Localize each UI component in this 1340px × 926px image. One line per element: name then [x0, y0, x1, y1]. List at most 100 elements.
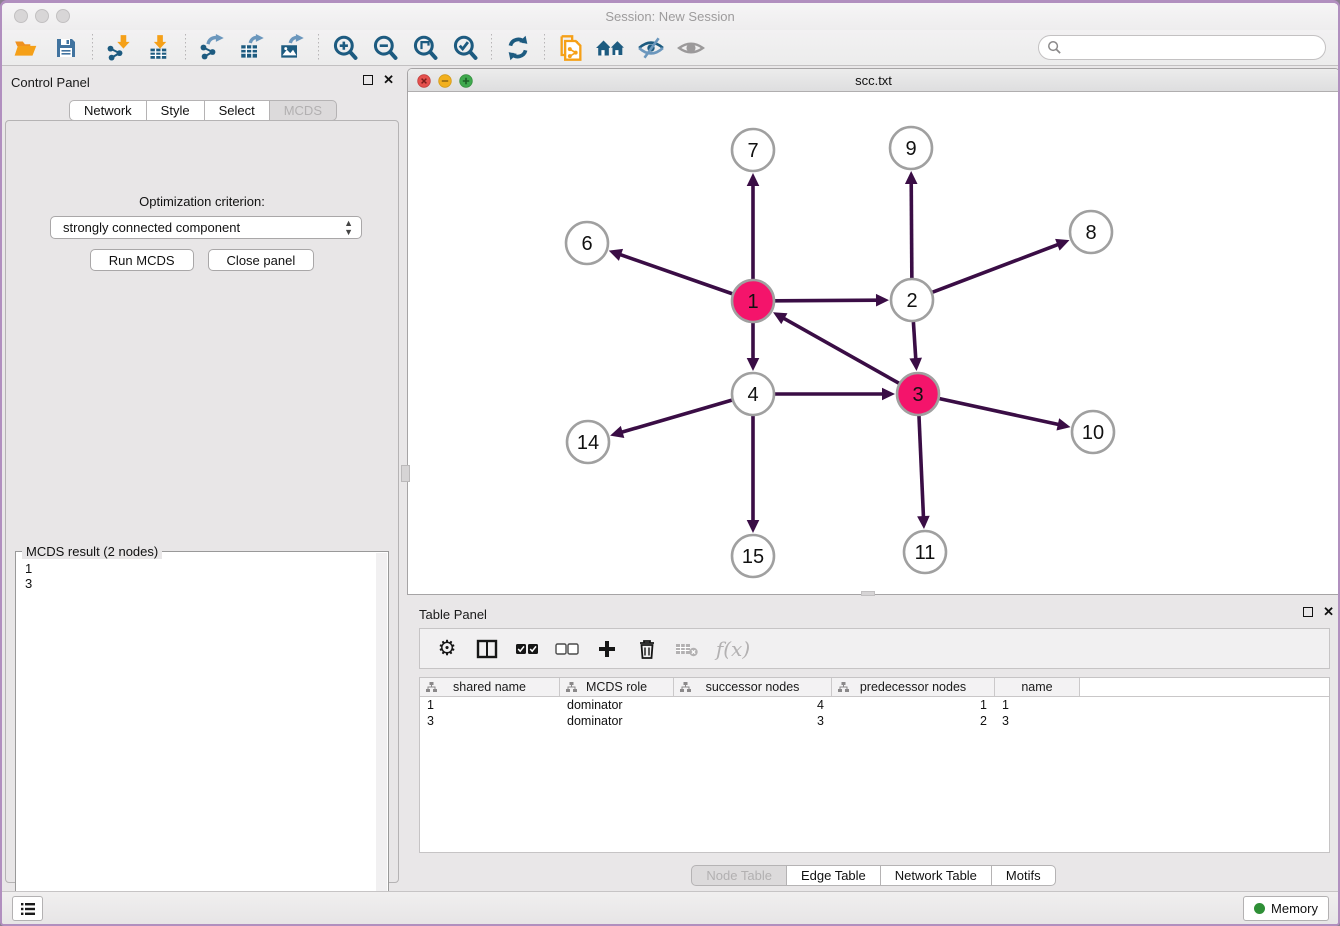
tab-network[interactable]: Network	[69, 100, 147, 121]
import-network-icon	[106, 34, 133, 61]
create-column-button[interactable]	[594, 636, 620, 662]
edge-1-2[interactable]	[775, 300, 878, 301]
delete-column-button[interactable]	[634, 636, 660, 662]
node-label-11: 11	[915, 542, 936, 564]
tab-select[interactable]: Select	[205, 100, 270, 121]
tab-mcds[interactable]: MCDS	[270, 100, 337, 121]
table-row[interactable]: 1dominator411	[420, 697, 1329, 713]
column-label: successor nodes	[706, 680, 800, 694]
mcds-result-text[interactable]: 1 3	[16, 556, 388, 926]
node-label-10: 10	[1082, 422, 1104, 444]
table-cell[interactable]: 3	[674, 713, 832, 729]
export-network-button[interactable]	[192, 32, 232, 64]
table-cell[interactable]: 3	[420, 713, 560, 729]
network-graph-canvas[interactable]: 1234678910111415	[408, 92, 1340, 595]
table-settings-button[interactable]: ⚙	[434, 636, 460, 662]
table-cell[interactable]: 1	[420, 697, 560, 713]
zoom-selected-button[interactable]	[445, 32, 485, 64]
edge-4-14[interactable]	[621, 400, 732, 432]
edge-3-11[interactable]	[919, 416, 924, 518]
tab-edge-table[interactable]: Edge Table	[787, 865, 881, 886]
clone-network-button[interactable]	[551, 32, 591, 64]
hide-selected-button[interactable]	[631, 32, 671, 64]
result-scrollbar[interactable]	[376, 553, 387, 926]
column-header-name[interactable]: name	[995, 678, 1080, 696]
eye-slash-icon	[636, 35, 666, 61]
edge-arrowhead	[747, 358, 760, 371]
unselect-all-columns-button[interactable]	[554, 636, 580, 662]
table-header-row: shared name MCDS role successor nodes prede…	[420, 678, 1329, 697]
export-image-button[interactable]	[272, 32, 312, 64]
table-cell[interactable]: 2	[832, 713, 995, 729]
table-cell[interactable]: 3	[995, 713, 1080, 729]
edge-1-6[interactable]	[619, 254, 732, 294]
memory-button[interactable]: Memory	[1243, 896, 1329, 921]
float-panel-icon[interactable]	[363, 75, 373, 85]
table-row[interactable]: 3dominator323	[420, 713, 1329, 729]
zoom-fit-button[interactable]	[405, 32, 445, 64]
application-window: Session: New Session	[0, 0, 1340, 926]
edge-3-10[interactable]	[939, 399, 1059, 425]
table-panel: Table Panel ✕ ⚙	[407, 598, 1340, 891]
close-table-panel-icon[interactable]: ✕	[1323, 607, 1334, 617]
import-table-button[interactable]	[139, 32, 179, 64]
dropdown-value: strongly connected component	[63, 220, 240, 235]
optimization-criterion-dropdown[interactable]: strongly connected component ▲▼	[50, 216, 362, 239]
edge-2-8[interactable]	[933, 244, 1060, 292]
column-header-MCDS-role[interactable]: MCDS role	[560, 678, 674, 696]
table-cell[interactable]: dominator	[560, 713, 674, 729]
task-history-button[interactable]	[12, 896, 43, 921]
control-panel-title: Control Panel	[11, 75, 90, 90]
column-tree-icon	[426, 682, 437, 693]
table-cell[interactable]: 1	[995, 697, 1080, 713]
zoom-in-icon	[331, 34, 359, 62]
table-panel-tabs: Node TableEdge TableNetwork TableMotifs	[407, 865, 1340, 886]
save-session-button[interactable]	[46, 32, 86, 64]
control-panel-header: Control Panel ✕	[2, 66, 404, 98]
search-input[interactable]	[1038, 35, 1326, 60]
edge-arrowhead	[747, 520, 760, 533]
edge-2-3[interactable]	[913, 322, 915, 360]
control-panel-tabs: NetworkStyleSelectMCDS	[2, 100, 404, 121]
select-all-columns-button[interactable]	[514, 636, 540, 662]
edge-2-9[interactable]	[911, 182, 912, 278]
main-titlebar: Session: New Session	[2, 3, 1338, 30]
apply-layout-button[interactable]	[498, 32, 538, 64]
export-table-icon	[239, 34, 266, 61]
table-cell[interactable]: 1	[832, 697, 995, 713]
close-panel-button[interactable]: Close panel	[208, 249, 315, 271]
open-file-button[interactable]	[6, 32, 46, 64]
column-tree-icon	[680, 682, 691, 693]
view-splitter-handle[interactable]	[861, 591, 875, 596]
float-table-panel-icon[interactable]	[1303, 607, 1313, 617]
table-cell[interactable]: 4	[674, 697, 832, 713]
export-table-button[interactable]	[232, 32, 272, 64]
column-label: predecessor nodes	[860, 680, 966, 694]
column-header-shared-name[interactable]: shared name	[420, 678, 560, 696]
close-panel-icon[interactable]: ✕	[383, 75, 394, 85]
tab-network-table[interactable]: Network Table	[881, 865, 992, 886]
network-window-titlebar[interactable]: scc.txt	[408, 69, 1339, 92]
edge-3-1[interactable]	[783, 318, 899, 384]
import-network-button[interactable]	[99, 32, 139, 64]
column-label: MCDS role	[586, 680, 647, 694]
clone-network-icon	[557, 34, 585, 62]
panel-splitter-handle[interactable]	[401, 465, 410, 482]
node-label-6: 6	[581, 233, 592, 255]
first-neighbors-button[interactable]	[591, 32, 631, 64]
import-table-icon	[146, 34, 173, 61]
tab-motifs[interactable]: Motifs	[992, 865, 1056, 886]
show-all-button[interactable]	[671, 32, 711, 64]
column-label: shared name	[453, 680, 526, 694]
toolbar-separator	[92, 34, 93, 62]
run-mcds-button[interactable]: Run MCDS	[90, 249, 194, 271]
column-header-predecessor-nodes[interactable]: predecessor nodes	[832, 678, 995, 696]
plus-icon	[597, 639, 617, 659]
table-cell[interactable]: dominator	[560, 697, 674, 713]
zoom-in-button[interactable]	[325, 32, 365, 64]
tab-node-table[interactable]: Node Table	[691, 865, 787, 886]
show-column-panel-button[interactable]	[474, 636, 500, 662]
column-header-successor-nodes[interactable]: successor nodes	[674, 678, 832, 696]
zoom-out-button[interactable]	[365, 32, 405, 64]
tab-style[interactable]: Style	[147, 100, 205, 121]
